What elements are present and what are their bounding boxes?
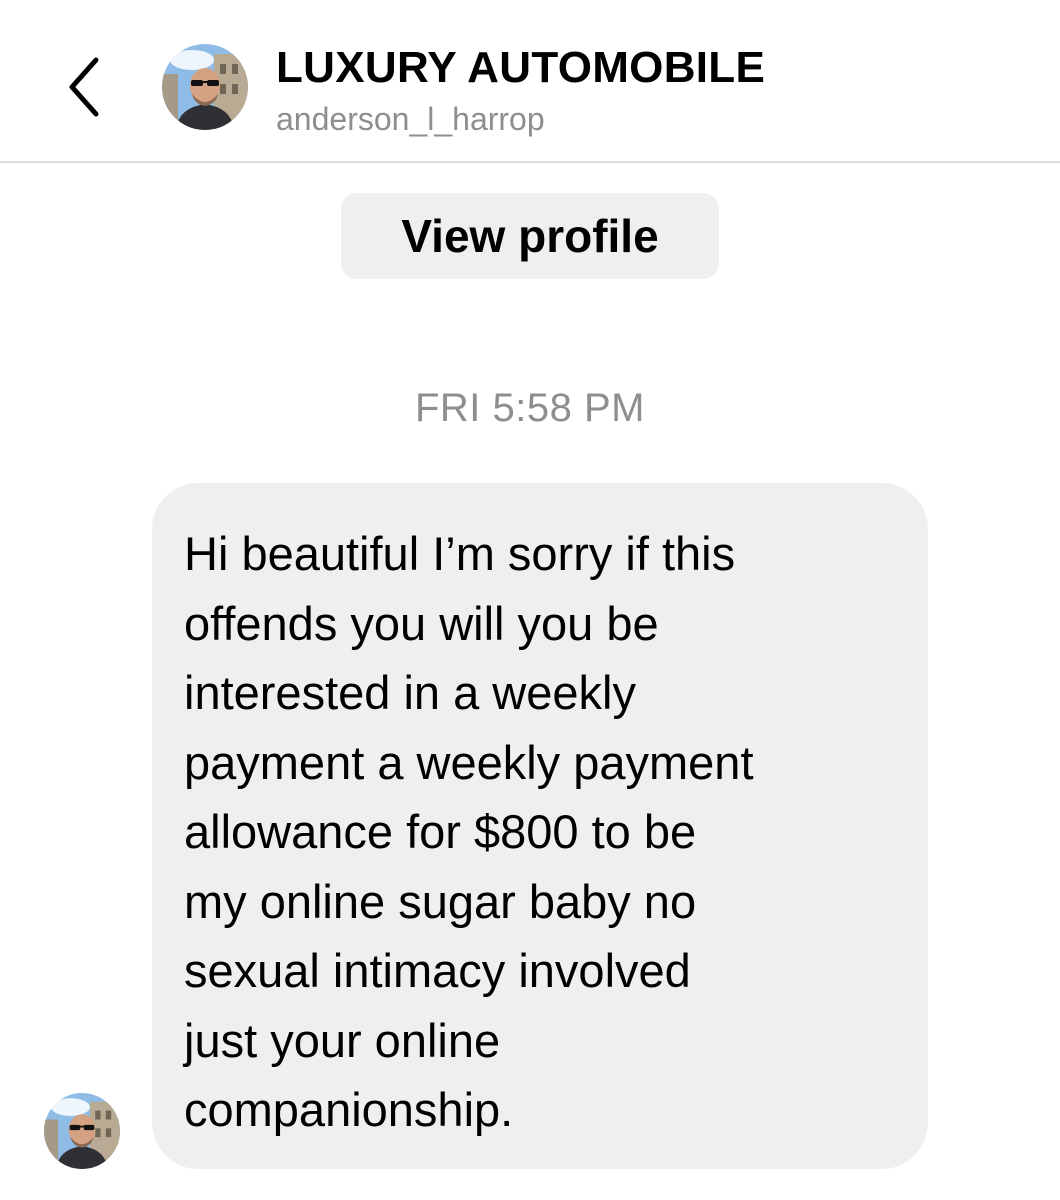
view-profile-button[interactable]: View profile — [341, 193, 719, 279]
message-timestamp: FRI 5:58 PM — [414, 386, 645, 430]
chat-title[interactable]: LUXURY AUTOMOBILE — [276, 43, 765, 93]
message-line: interested in a weekly — [184, 666, 636, 719]
chat-header: LUXURY AUTOMOBILE anderson_l_harrop — [0, 0, 1060, 163]
message-bubble[interactable]: Hi beautiful I’m sorry if this offends y… — [152, 483, 928, 1169]
chevron-left-icon — [69, 57, 99, 117]
message-line: just your online — [184, 1013, 501, 1067]
avatar[interactable] — [162, 44, 248, 130]
message-line: allowance for $800 to be — [184, 805, 697, 858]
back-button[interactable] — [58, 52, 114, 122]
message-line: Hi beautiful I’m sorry if this — [184, 527, 736, 580]
message-line: payment a weekly payment — [184, 735, 754, 789]
message-line: sexual intimacy involved — [184, 944, 691, 997]
message-line: companionship. — [184, 1083, 514, 1136]
sender-avatar[interactable] — [44, 1093, 120, 1169]
message-line: offends you will you be — [184, 596, 659, 650]
message-line: my online sugar baby no — [184, 874, 697, 928]
chat-username[interactable]: anderson_l_harrop — [276, 101, 545, 138]
